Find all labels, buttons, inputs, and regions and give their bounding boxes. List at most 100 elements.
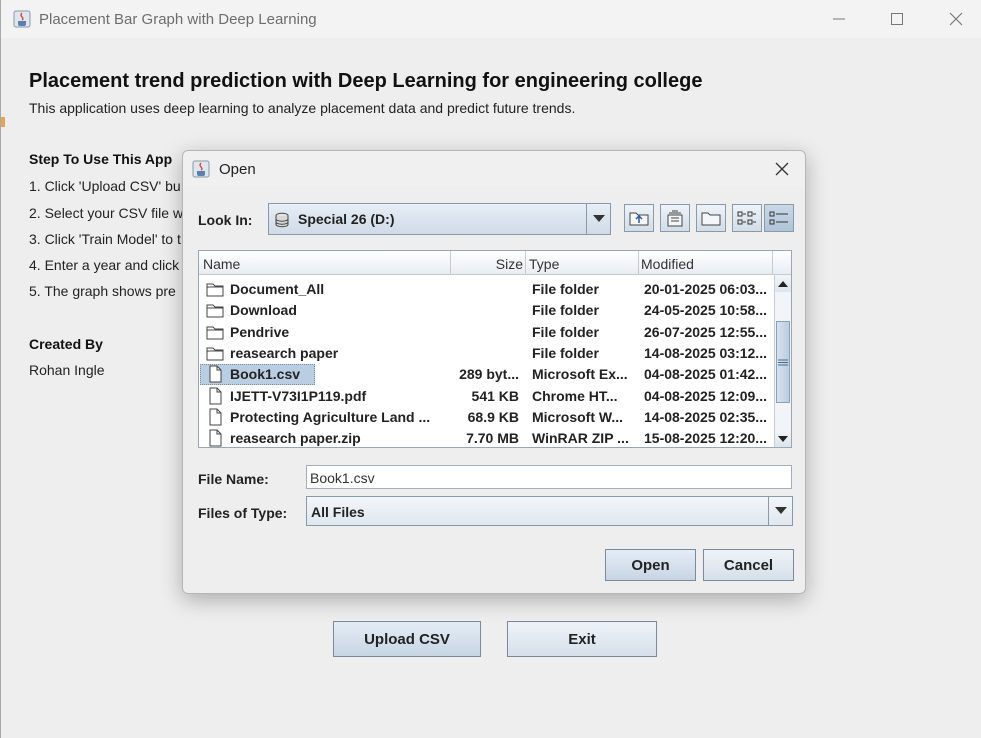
page-description: This application uses deep learning to a… <box>29 100 576 116</box>
minimize-button[interactable] <box>816 0 862 38</box>
column-header-filler <box>773 251 791 275</box>
title-bar: Placement Bar Graph with Deep Learning <box>1 0 981 38</box>
new-folder-icon <box>701 212 721 226</box>
java-app-icon <box>192 160 210 178</box>
file-row[interactable]: IJETT-V73I1P119.pdf 541 KB Chrome HT... 04-… <box>199 386 775 407</box>
upload-csv-button[interactable]: Upload CSV <box>333 621 481 657</box>
file-modified: 15-08-2025 12:20... <box>644 430 767 447</box>
file-type: File folder <box>532 302 599 319</box>
file-modified: 14-08-2025 02:35... <box>644 408 767 425</box>
file-row[interactable]: Book1.csv 289 byt... Microsoft Ex... 04-08-… <box>199 364 775 386</box>
column-header-size[interactable]: Size <box>451 251 526 275</box>
look-in-dropdown[interactable]: Special 26 (D:) <box>268 203 611 235</box>
home-icon <box>667 210 683 227</box>
chevron-down-icon <box>768 497 792 525</box>
file-type: Microsoft W... <box>532 408 623 425</box>
file-type: File folder <box>532 281 599 297</box>
look-in-value: Special 26 (D:) <box>298 211 395 227</box>
file-name: reasearch paper.zip <box>230 430 361 447</box>
file-row[interactable]: Document_All File folder 20-01-2025 06:03.… <box>199 279 775 300</box>
page-heading: Placement trend prediction with Deep Lea… <box>29 70 703 92</box>
vertical-scrollbar[interactable] <box>774 275 791 447</box>
arrow-up-icon <box>778 280 788 287</box>
java-app-icon <box>13 10 31 28</box>
file-row[interactable]: Pendrive File folder 26-07-2025 12:55... <box>199 322 775 343</box>
file-type: File folder <box>532 323 599 340</box>
file-row[interactable]: Protecting Agriculture Land ... 68.9 KB Mi… <box>199 407 775 428</box>
file-size: 7.70 MB <box>466 430 519 447</box>
scrollbar-thumb[interactable] <box>776 321 790 403</box>
column-header-type[interactable]: Type <box>526 251 639 275</box>
author-name: Rohan Ingle <box>29 362 105 378</box>
file-modified: 26-07-2025 12:55... <box>644 323 767 340</box>
exit-button[interactable]: Exit <box>507 621 657 657</box>
close-icon <box>949 12 963 26</box>
file-row[interactable]: reasearch paper File folder 14-08-2025 03:… <box>199 343 775 364</box>
scroll-up-button[interactable] <box>775 275 791 292</box>
file-size: 289 byt... <box>459 366 519 383</box>
up-one-level-button[interactable] <box>624 204 654 232</box>
file-modified: 24-05-2025 10:58... <box>644 302 767 319</box>
file-name-label: File Name: <box>198 471 269 487</box>
file-modified: 20-01-2025 06:03... <box>644 281 767 297</box>
folder-icon <box>206 323 224 341</box>
files-of-type-dropdown[interactable]: All Files <box>306 496 793 526</box>
close-icon <box>775 162 789 176</box>
step-4: 4. Enter a year and click <box>29 257 180 273</box>
dialog-close-button[interactable] <box>765 153 799 185</box>
files-of-type-value: All Files <box>311 504 365 520</box>
maximize-button[interactable] <box>874 0 920 38</box>
file-name: IJETT-V73I1P119.pdf <box>230 387 367 404</box>
arrow-down-icon <box>778 435 788 442</box>
maximize-icon <box>891 13 903 25</box>
file-name: Document_All <box>230 281 325 297</box>
file-name: Download <box>230 302 297 319</box>
dialog-title: Open <box>219 161 256 178</box>
file-name: Pendrive <box>230 323 290 340</box>
file-size: 68.9 KB <box>467 408 519 425</box>
column-header-name[interactable]: Name <box>199 251 451 275</box>
cancel-button[interactable]: Cancel <box>703 549 794 581</box>
file-icon <box>206 365 224 383</box>
file-type: Chrome HT... <box>532 387 618 404</box>
file-row[interactable]: Download File folder 24-05-2025 10:58... <box>199 300 775 321</box>
look-in-label: Look In: <box>198 212 253 228</box>
step-2: 2. Select your CSV file w <box>29 205 184 221</box>
file-name-input[interactable]: Book1.csv <box>306 465 792 489</box>
window-title: Placement Bar Graph with Deep Learning <box>39 11 317 28</box>
drive-icon <box>275 212 289 228</box>
details-view-button[interactable] <box>764 204 794 232</box>
new-folder-button[interactable] <box>696 204 726 232</box>
file-modified: 04-08-2025 01:42... <box>644 366 767 383</box>
open-button[interactable]: Open <box>605 549 696 581</box>
file-type: File folder <box>532 344 599 361</box>
close-button[interactable] <box>933 0 979 38</box>
background-window-edge <box>1 117 5 127</box>
file-row[interactable]: reasearch paper.zip 7.70 MB WinRAR ZIP ...… <box>199 428 775 447</box>
file-icon <box>206 408 224 426</box>
file-name: Book1.csv <box>230 366 301 383</box>
file-type: Microsoft Ex... <box>532 366 628 383</box>
dialog-title-bar: Open <box>183 151 805 187</box>
file-list[interactable]: Name Size Type Modified Document_All File… <box>198 250 792 448</box>
details-view-icon <box>769 211 788 225</box>
open-file-dialog: Open Look In: Special 26 (D:) Name Size … <box>182 150 806 594</box>
file-icon <box>206 429 224 447</box>
grip-icon <box>778 359 788 365</box>
step-5: 5. The graph shows pre <box>29 283 176 299</box>
folder-icon <box>206 301 224 319</box>
minimize-icon <box>833 18 845 20</box>
folder-icon <box>206 280 224 298</box>
scroll-down-button[interactable] <box>775 430 791 447</box>
file-modified: 14-08-2025 03:12... <box>644 344 767 361</box>
list-view-button[interactable] <box>732 204 762 232</box>
file-type: WinRAR ZIP ... <box>532 430 629 447</box>
steps-title: Step To Use This App <box>29 151 173 167</box>
created-by-title: Created By <box>29 336 103 352</box>
chevron-down-icon <box>586 204 610 234</box>
column-header-modified[interactable]: Modified <box>639 251 773 275</box>
home-button[interactable] <box>660 204 690 232</box>
step-3: 3. Click 'Train Model' to t <box>29 231 181 247</box>
files-of-type-label: Files of Type: <box>198 505 288 521</box>
file-name: Protecting Agriculture Land ... <box>230 408 431 425</box>
